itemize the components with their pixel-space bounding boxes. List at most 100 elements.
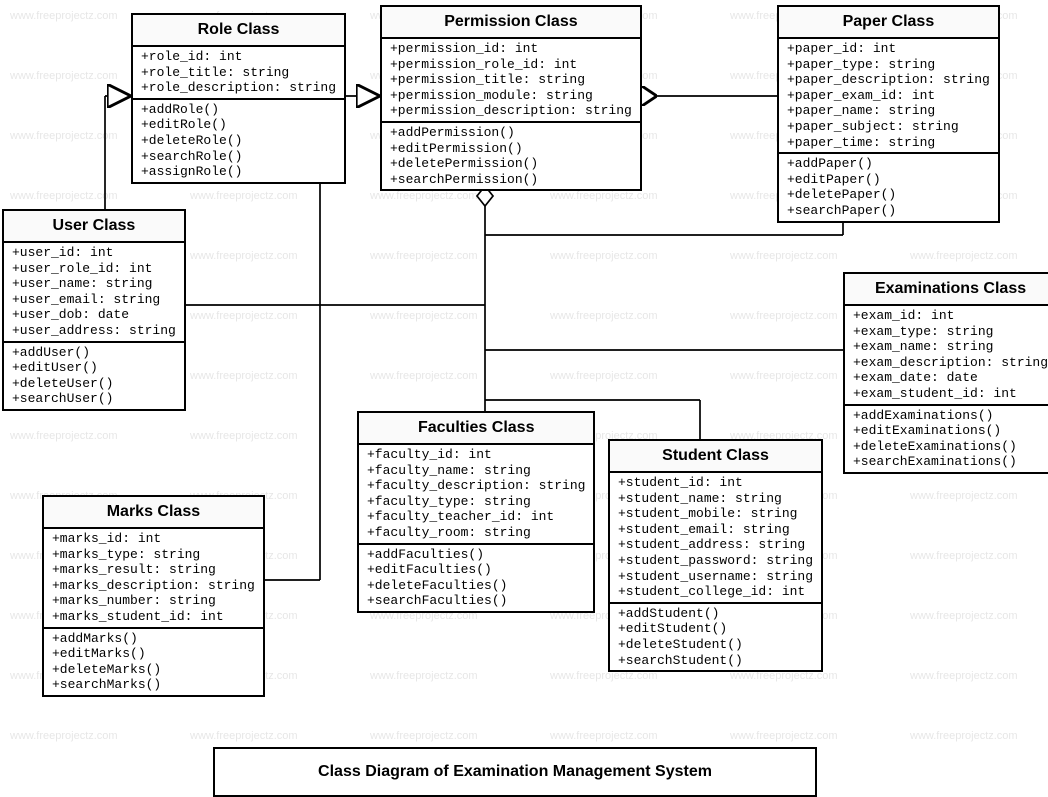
- class-member: +permission_title: string: [390, 72, 632, 88]
- class-member: +searchMarks(): [52, 677, 255, 693]
- watermark-text: www.freeprojectz.com: [370, 250, 478, 262]
- attrs-section: +permission_id: int+permission_role_id: …: [382, 39, 640, 123]
- class-member: +paper_name: string: [787, 103, 990, 119]
- watermark-text: www.freeprojectz.com: [550, 190, 658, 202]
- attrs-section: +marks_id: int+marks_type: string+marks_…: [44, 529, 263, 629]
- class-member: +searchPermission(): [390, 172, 632, 188]
- class-member: +student_id: int: [618, 475, 813, 491]
- class-member: +editExaminations(): [853, 423, 1048, 439]
- class-member: +addPermission(): [390, 125, 632, 141]
- ops-section: +addPaper()+editPaper()+deletePaper()+se…: [779, 154, 998, 220]
- watermark-text: www.freeprojectz.com: [550, 310, 658, 322]
- class-member: +deleteExaminations(): [853, 439, 1048, 455]
- watermark-text: www.freeprojectz.com: [910, 550, 1018, 562]
- watermark-text: www.freeprojectz.com: [370, 310, 478, 322]
- class-member: +marks_student_id: int: [52, 609, 255, 625]
- class-title: Examinations Class: [845, 274, 1048, 306]
- class-student: Student Class +student_id: int+student_n…: [608, 439, 823, 672]
- class-member: +marks_number: string: [52, 593, 255, 609]
- class-faculties: Faculties Class +faculty_id: int+faculty…: [357, 411, 595, 613]
- class-member: +student_college_id: int: [618, 584, 813, 600]
- class-member: +user_dob: date: [12, 307, 176, 323]
- class-member: +permission_role_id: int: [390, 57, 632, 73]
- class-member: +faculty_id: int: [367, 447, 585, 463]
- class-member: +searchUser(): [12, 391, 176, 407]
- class-member: +role_title: string: [141, 65, 336, 81]
- class-member: +student_address: string: [618, 537, 813, 553]
- class-member: +searchFaculties(): [367, 593, 585, 609]
- class-marks: Marks Class +marks_id: int+marks_type: s…: [42, 495, 265, 697]
- class-member: +faculty_name: string: [367, 463, 585, 479]
- class-member: +student_password: string: [618, 553, 813, 569]
- watermark-text: www.freeprojectz.com: [10, 430, 118, 442]
- watermark-text: www.freeprojectz.com: [190, 730, 298, 742]
- class-member: +addRole(): [141, 102, 336, 118]
- class-member: +paper_description: string: [787, 72, 990, 88]
- class-member: +addExaminations(): [853, 408, 1048, 424]
- class-member: +editPaper(): [787, 172, 990, 188]
- class-member: +exam_date: date: [853, 370, 1048, 386]
- class-member: +exam_student_id: int: [853, 386, 1048, 402]
- class-member: +exam_name: string: [853, 339, 1048, 355]
- watermark-text: www.freeprojectz.com: [10, 10, 118, 22]
- watermark-text: www.freeprojectz.com: [190, 370, 298, 382]
- ops-section: +addFaculties()+editFaculties()+deleteFa…: [359, 545, 593, 611]
- class-title: Role Class: [133, 15, 344, 47]
- watermark-text: www.freeprojectz.com: [910, 610, 1018, 622]
- class-member: +editStudent(): [618, 621, 813, 637]
- class-member: +faculty_type: string: [367, 494, 585, 510]
- class-member: +paper_time: string: [787, 135, 990, 151]
- watermark-text: www.freeprojectz.com: [370, 370, 478, 382]
- class-member: +paper_exam_id: int: [787, 88, 990, 104]
- class-member: +paper_subject: string: [787, 119, 990, 135]
- class-member: +searchPaper(): [787, 203, 990, 219]
- class-member: +deleteRole(): [141, 133, 336, 149]
- ops-section: +addMarks()+editMarks()+deleteMarks()+se…: [44, 629, 263, 695]
- class-member: +exam_id: int: [853, 308, 1048, 324]
- class-member: +role_description: string: [141, 80, 336, 96]
- class-member: +searchExaminations(): [853, 454, 1048, 470]
- class-member: +permission_description: string: [390, 103, 632, 119]
- class-member: +addStudent(): [618, 606, 813, 622]
- class-member: +marks_result: string: [52, 562, 255, 578]
- class-paper: Paper Class +paper_id: int+paper_type: s…: [777, 5, 1000, 223]
- class-member: +deletePaper(): [787, 187, 990, 203]
- class-title: Marks Class: [44, 497, 263, 529]
- watermark-text: www.freeprojectz.com: [910, 490, 1018, 502]
- class-member: +assignRole(): [141, 164, 336, 180]
- class-member: +deleteFaculties(): [367, 578, 585, 594]
- ops-section: +addExaminations()+editExaminations()+de…: [845, 406, 1048, 472]
- class-member: +editMarks(): [52, 646, 255, 662]
- class-member: +addPaper(): [787, 156, 990, 172]
- watermark-text: www.freeprojectz.com: [730, 310, 838, 322]
- class-title: Permission Class: [382, 7, 640, 39]
- ops-section: +addStudent()+editStudent()+deleteStuden…: [610, 604, 821, 670]
- class-member: +addUser(): [12, 345, 176, 361]
- watermark-text: www.freeprojectz.com: [550, 730, 658, 742]
- attrs-section: +exam_id: int+exam_type: string+exam_nam…: [845, 306, 1048, 406]
- class-member: +addFaculties(): [367, 547, 585, 563]
- diagram-title-text: Class Diagram of Examination Management …: [318, 763, 712, 780]
- watermark-text: www.freeprojectz.com: [190, 190, 298, 202]
- class-member: +user_role_id: int: [12, 261, 176, 277]
- ops-section: +addPermission()+editPermission()+delete…: [382, 123, 640, 189]
- class-title: Student Class: [610, 441, 821, 473]
- class-permission: Permission Class +permission_id: int+per…: [380, 5, 642, 191]
- watermark-text: www.freeprojectz.com: [730, 370, 838, 382]
- class-member: +deletePermission(): [390, 156, 632, 172]
- class-member: +permission_id: int: [390, 41, 632, 57]
- class-member: +faculty_description: string: [367, 478, 585, 494]
- class-member: +searchRole(): [141, 149, 336, 165]
- class-member: +student_email: string: [618, 522, 813, 538]
- watermark-text: www.freeprojectz.com: [730, 730, 838, 742]
- class-member: +user_address: string: [12, 323, 176, 339]
- class-examinations: Examinations Class +exam_id: int+exam_ty…: [843, 272, 1048, 474]
- class-member: +faculty_teacher_id: int: [367, 509, 585, 525]
- class-member: +deleteStudent(): [618, 637, 813, 653]
- watermark-text: www.freeprojectz.com: [550, 370, 658, 382]
- class-member: +editRole(): [141, 117, 336, 133]
- ops-section: +addUser()+editUser()+deleteUser()+searc…: [4, 343, 184, 409]
- watermark-text: www.freeprojectz.com: [550, 250, 658, 262]
- class-member: +marks_type: string: [52, 547, 255, 563]
- class-member: +student_username: string: [618, 569, 813, 585]
